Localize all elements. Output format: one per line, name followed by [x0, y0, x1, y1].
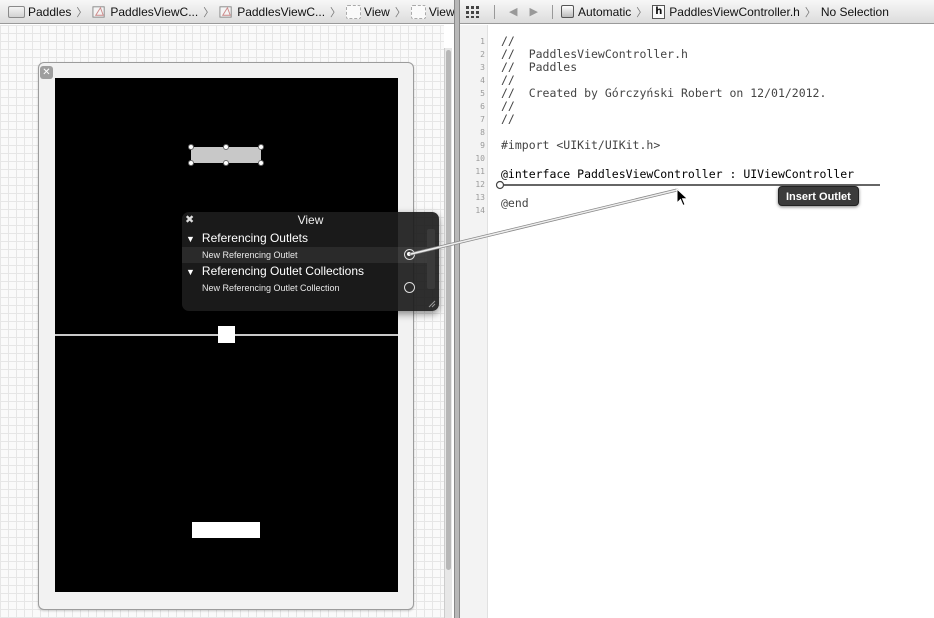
line-number: 8 — [480, 128, 485, 137]
breadcrumb-automatic[interactable]: Automatic — [560, 0, 632, 23]
insert-outlet-tooltip: Insert Outlet — [778, 186, 859, 206]
code-line-interface[interactable]: @interface PaddlesViewController : UIVie… — [501, 168, 854, 181]
chevron-right-icon: 〉 — [636, 6, 648, 19]
line-number: 5 — [480, 89, 485, 98]
chevron-right-icon: 〉 — [330, 6, 342, 19]
resize-handle[interactable] — [258, 160, 264, 166]
folder-icon — [8, 5, 25, 18]
breadcrumb-scene[interactable]: PaddlesViewC... — [219, 0, 326, 23]
code-line[interactable]: // — [501, 113, 515, 126]
line-number: 11 — [475, 167, 485, 176]
chevron-right-icon: 〉 — [203, 6, 215, 19]
close-icon[interactable]: ✕ — [40, 66, 53, 79]
line-number: 14 — [475, 206, 485, 215]
view-icon — [410, 4, 426, 19]
line-number: 10 — [475, 154, 485, 163]
resize-grip-icon[interactable] — [426, 298, 436, 308]
resize-handle[interactable] — [223, 144, 229, 150]
storyboard-icon — [92, 6, 106, 18]
row-label: New Referencing Outlet — [202, 250, 298, 260]
bottom-paddle[interactable] — [192, 522, 260, 538]
code-line[interactable]: #import <UIKit/UIKit.h> — [501, 139, 660, 152]
new-referencing-outlet-row[interactable]: New Referencing Outlet — [182, 247, 428, 263]
resize-handle[interactable] — [188, 144, 194, 150]
breadcrumb-selection[interactable]: No Selection — [820, 0, 889, 23]
ball[interactable] — [218, 326, 235, 343]
connections-panel: ✖ View ▼ Referencing Outlets New Referenc… — [182, 212, 439, 311]
code-editor[interactable] — [489, 25, 934, 618]
breadcrumb-label: Paddles — [28, 4, 72, 19]
code-line[interactable]: // Created by Górczyński Robert on 12/01… — [501, 87, 826, 100]
line-number: 6 — [480, 102, 485, 111]
breadcrumb-file[interactable]: h PaddlesViewController.h — [652, 0, 800, 23]
resize-handle[interactable] — [188, 160, 194, 166]
storyboard-jump-bar: Paddles 〉 PaddlesViewC... 〉 PaddlesViewC… — [0, 0, 454, 24]
section-label: Referencing Outlet Collections — [201, 264, 365, 278]
related-items-icon[interactable] — [466, 5, 480, 18]
resize-handle[interactable] — [223, 160, 229, 166]
connection-circle-icon[interactable] — [404, 282, 415, 293]
breadcrumb-view-selected[interactable]: View — [410, 0, 454, 23]
breadcrumb-label: View — [428, 4, 454, 19]
section-label: Referencing Outlets — [201, 231, 308, 245]
section-referencing-outlets[interactable]: ▼ Referencing Outlets — [186, 231, 308, 245]
connection-circle-icon[interactable] — [404, 249, 415, 260]
breadcrumb-view[interactable]: View — [346, 0, 390, 23]
back-arrow-icon[interactable]: ◀ — [509, 5, 517, 18]
chevron-right-icon: 〉 — [76, 6, 88, 19]
xcode-assistant-editor: Paddles 〉 PaddlesViewC... 〉 PaddlesViewC… — [0, 0, 934, 618]
line-number: 13 — [475, 193, 485, 202]
vertical-scrollbar[interactable] — [444, 48, 452, 618]
disclosure-triangle-icon[interactable]: ▼ — [186, 234, 195, 244]
scrollbar-thumb[interactable] — [446, 50, 451, 570]
line-number: 12 — [475, 180, 485, 189]
mouse-pointer-icon — [676, 188, 689, 207]
separator — [551, 4, 553, 19]
resize-handle[interactable] — [258, 144, 264, 150]
automatic-icon — [560, 5, 574, 18]
breadcrumb-label: View — [364, 4, 390, 19]
top-paddle[interactable] — [188, 144, 264, 166]
breadcrumb-label: PaddlesViewC... — [237, 4, 326, 19]
line-number: 2 — [480, 50, 485, 59]
forward-arrow-icon[interactable]: ▶ — [529, 5, 537, 18]
panel-scrollbar[interactable] — [427, 229, 435, 289]
line-number: 1 — [480, 37, 485, 46]
breadcrumb-storyboard[interactable]: PaddlesViewC... — [92, 0, 199, 23]
breadcrumb-label: No Selection — [820, 4, 889, 19]
chevron-right-icon: 〉 — [804, 6, 816, 19]
code-line[interactable]: @end — [501, 197, 529, 210]
header-file-icon: h — [652, 4, 666, 19]
line-number-gutter — [460, 25, 488, 618]
disclosure-triangle-icon[interactable]: ▼ — [186, 267, 195, 277]
breadcrumb-label: PaddlesViewC... — [110, 4, 199, 19]
row-label: New Referencing Outlet Collection — [202, 283, 340, 293]
chevron-right-icon: 〉 — [394, 6, 406, 19]
breadcrumb-label: PaddlesViewController.h — [669, 4, 800, 19]
breadcrumb-paddles[interactable]: Paddles — [8, 0, 72, 23]
panel-title: View — [297, 213, 324, 227]
new-outlet-collection-row[interactable]: New Referencing Outlet Collection — [182, 280, 428, 296]
section-outlet-collections[interactable]: ▼ Referencing Outlet Collections — [186, 264, 364, 278]
code-jump-bar: ◀ ▶ Automatic 〉 h PaddlesViewController.… — [460, 0, 934, 24]
line-number: 4 — [480, 76, 485, 85]
line-number: 9 — [480, 141, 485, 150]
line-number: 3 — [480, 63, 485, 72]
breadcrumb-label: Automatic — [577, 4, 632, 19]
separator — [494, 4, 495, 19]
storyboard-icon — [219, 6, 232, 18]
line-number: 7 — [480, 115, 485, 124]
view-icon — [346, 4, 362, 19]
